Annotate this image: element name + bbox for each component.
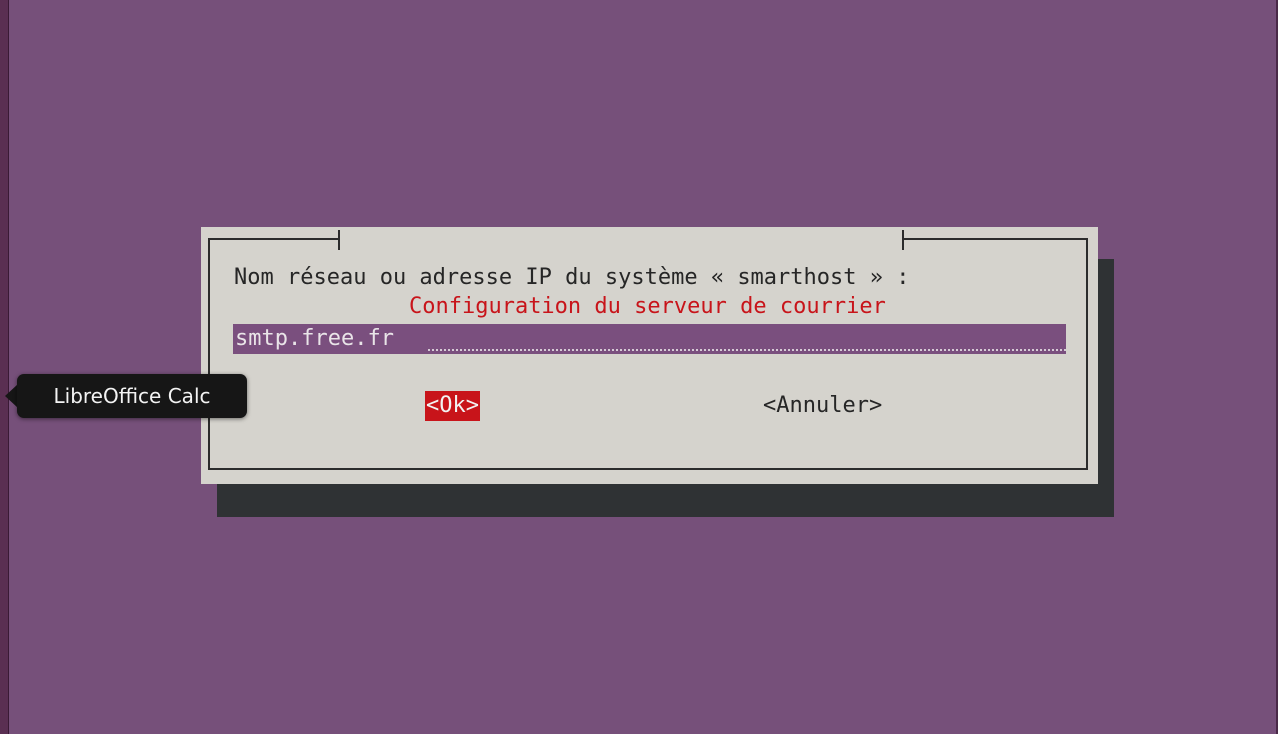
launcher-tooltip: LibreOffice Calc — [17, 374, 247, 418]
input-underline — [428, 349, 1066, 351]
ok-button[interactable]: <Ok> — [425, 391, 480, 421]
terminal-left-edge — [0, 0, 9, 734]
mail-server-dialog: Configuration du serveur de courrier Nom… — [201, 227, 1098, 484]
title-left-tick — [338, 230, 340, 250]
title-right-tick — [901, 230, 904, 250]
dialog-prompt: Nom réseau ou adresse IP du système « sm… — [234, 265, 910, 290]
smarthost-input[interactable]: smtp.free.fr — [233, 324, 1066, 354]
dialog-title: Configuration du serveur de courrier — [408, 294, 886, 319]
cancel-button[interactable]: <Annuler> — [762, 391, 883, 421]
dialog-title-wrapper: Configuration du serveur de courrier — [338, 227, 904, 319]
smarthost-input-value: smtp.free.fr — [235, 326, 394, 351]
